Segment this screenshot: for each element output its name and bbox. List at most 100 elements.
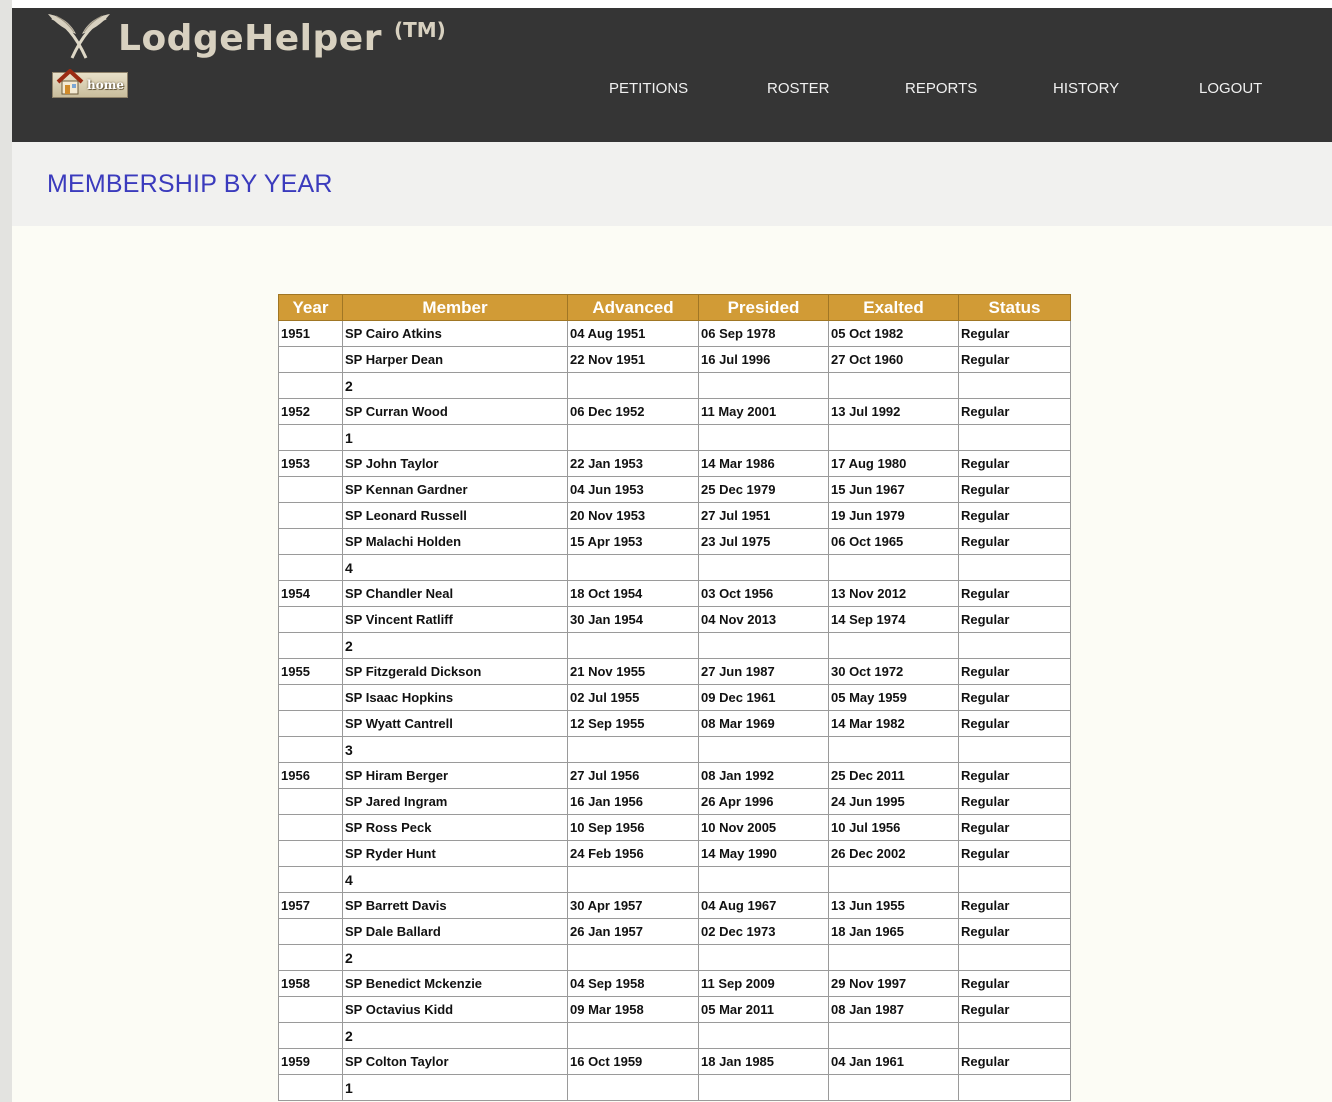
cell-status: Regular xyxy=(958,918,1071,945)
cell-status xyxy=(958,1074,1071,1101)
cell-exalted xyxy=(828,736,959,763)
cell-advanced: 30 Apr 1957 xyxy=(567,892,699,919)
cell-member: SP Kennan Gardner xyxy=(342,476,568,503)
cell-status xyxy=(958,736,1071,763)
cell-year: 1951 xyxy=(278,320,343,347)
cell-status xyxy=(958,944,1071,971)
cell-exalted xyxy=(828,554,959,581)
cell-member: SP John Taylor xyxy=(342,450,568,477)
cell-member: SP Curran Wood xyxy=(342,398,568,425)
table-row: 1957 SP Barrett Davis 30 Apr 1957 04 Aug 19… xyxy=(278,892,1071,919)
cell-year xyxy=(278,788,343,815)
year-count-row: 2 xyxy=(278,1022,1071,1049)
cell-status: Regular xyxy=(958,762,1071,789)
cell-exalted: 24 Jun 1995 xyxy=(828,788,959,815)
cell-exalted: 05 Oct 1982 xyxy=(828,320,959,347)
cell-year: 1957 xyxy=(278,892,343,919)
cell-exalted: 29 Nov 1997 xyxy=(828,970,959,997)
cell-year: 1956 xyxy=(278,762,343,789)
cell-presided xyxy=(698,736,829,763)
cell-presided: 27 Jul 1951 xyxy=(698,502,829,529)
cell-exalted: 30 Oct 1972 xyxy=(828,658,959,685)
year-count-row: 2 xyxy=(278,632,1071,659)
cell-advanced: 02 Jul 1955 xyxy=(567,684,699,711)
cell-member: 3 xyxy=(342,736,568,763)
cell-advanced: 15 Apr 1953 xyxy=(567,528,699,555)
cell-exalted xyxy=(828,424,959,451)
table-row: 1956 SP Hiram Berger 27 Jul 1956 08 Jan 199… xyxy=(278,762,1071,789)
cell-presided: 23 Jul 1975 xyxy=(698,528,829,555)
cell-status: Regular xyxy=(958,502,1071,529)
cell-status: Regular xyxy=(958,658,1071,685)
cell-year xyxy=(278,606,343,633)
cell-member: SP Cairo Atkins xyxy=(342,320,568,347)
cell-status: Regular xyxy=(958,840,1071,867)
cell-year: 1955 xyxy=(278,658,343,685)
cell-advanced: 10 Sep 1956 xyxy=(567,814,699,841)
column-header-status: Status xyxy=(958,294,1071,321)
cell-exalted: 06 Oct 1965 xyxy=(828,528,959,555)
nav-reports[interactable]: REPORTS xyxy=(905,80,977,97)
cell-exalted: 08 Jan 1987 xyxy=(828,996,959,1023)
cell-status xyxy=(958,632,1071,659)
cell-presided: 02 Dec 1973 xyxy=(698,918,829,945)
cell-exalted: 26 Dec 2002 xyxy=(828,840,959,867)
cell-presided xyxy=(698,944,829,971)
cell-member: 2 xyxy=(342,944,568,971)
cell-year xyxy=(278,528,343,555)
table-row: 1953 SP John Taylor 22 Jan 1953 14 Mar 1986… xyxy=(278,450,1071,477)
year-count-row: 1 xyxy=(278,1074,1071,1101)
cell-member: SP Ross Peck xyxy=(342,814,568,841)
cell-exalted: 10 Jul 1956 xyxy=(828,814,959,841)
table-body: 1951 SP Cairo Atkins 04 Aug 1951 06 Sep 197… xyxy=(278,320,1071,1101)
cell-advanced: 21 Nov 1955 xyxy=(567,658,699,685)
cell-status xyxy=(958,424,1071,451)
cell-member: 1 xyxy=(342,424,568,451)
cell-status: Regular xyxy=(958,892,1071,919)
cell-advanced xyxy=(567,1022,699,1049)
cell-year xyxy=(278,346,343,373)
nav-petitions[interactable]: PETITIONS xyxy=(609,80,688,97)
cell-advanced: 24 Feb 1956 xyxy=(567,840,699,867)
title-band: MEMBERSHIP BY YEAR xyxy=(12,142,1332,226)
table-header: Year Member Advanced Presided Exalted St… xyxy=(278,294,1071,321)
cell-year xyxy=(278,1022,343,1049)
table-row: 1959 SP Colton Taylor 16 Oct 1959 18 Jan 19… xyxy=(278,1048,1071,1075)
cell-advanced: 04 Sep 1958 xyxy=(567,970,699,997)
cell-presided: 08 Jan 1992 xyxy=(698,762,829,789)
cell-year: 1959 xyxy=(278,1048,343,1075)
cell-exalted: 13 Jul 1992 xyxy=(828,398,959,425)
left-border xyxy=(0,0,12,1102)
cell-presided: 08 Mar 1969 xyxy=(698,710,829,737)
cell-member: SP Hiram Berger xyxy=(342,762,568,789)
cell-member: SP Vincent Ratliff xyxy=(342,606,568,633)
cell-presided xyxy=(698,1074,829,1101)
cell-advanced xyxy=(567,554,699,581)
cell-year xyxy=(278,814,343,841)
table-row: SP Vincent Ratliff 30 Jan 1954 04 Nov 2013… xyxy=(278,606,1071,633)
column-header-member: Member xyxy=(342,294,568,321)
logo[interactable]: LodgeHelper (TM) xyxy=(46,10,446,66)
cell-presided: 11 Sep 2009 xyxy=(698,970,829,997)
nav-history[interactable]: HISTORY xyxy=(1053,80,1119,97)
cell-advanced: 18 Oct 1954 xyxy=(567,580,699,607)
cell-status: Regular xyxy=(958,476,1071,503)
nav-roster[interactable]: ROSTER xyxy=(767,80,830,97)
cell-member: SP Ryder Hunt xyxy=(342,840,568,867)
cell-exalted: 14 Mar 1982 xyxy=(828,710,959,737)
cell-exalted: 13 Nov 2012 xyxy=(828,580,959,607)
cell-member: SP Dale Ballard xyxy=(342,918,568,945)
cell-year xyxy=(278,502,343,529)
cell-advanced xyxy=(567,372,699,399)
cell-exalted: 19 Jun 1979 xyxy=(828,502,959,529)
cell-status xyxy=(958,554,1071,581)
nav-logout[interactable]: LOGOUT xyxy=(1199,80,1262,97)
trademark-label: (TM) xyxy=(393,18,446,42)
cell-year xyxy=(278,866,343,893)
cell-year xyxy=(278,918,343,945)
column-header-advanced: Advanced xyxy=(567,294,699,321)
cell-presided: 26 Apr 1996 xyxy=(698,788,829,815)
cell-advanced xyxy=(567,632,699,659)
cell-presided: 27 Jun 1987 xyxy=(698,658,829,685)
cell-year: 1954 xyxy=(278,580,343,607)
